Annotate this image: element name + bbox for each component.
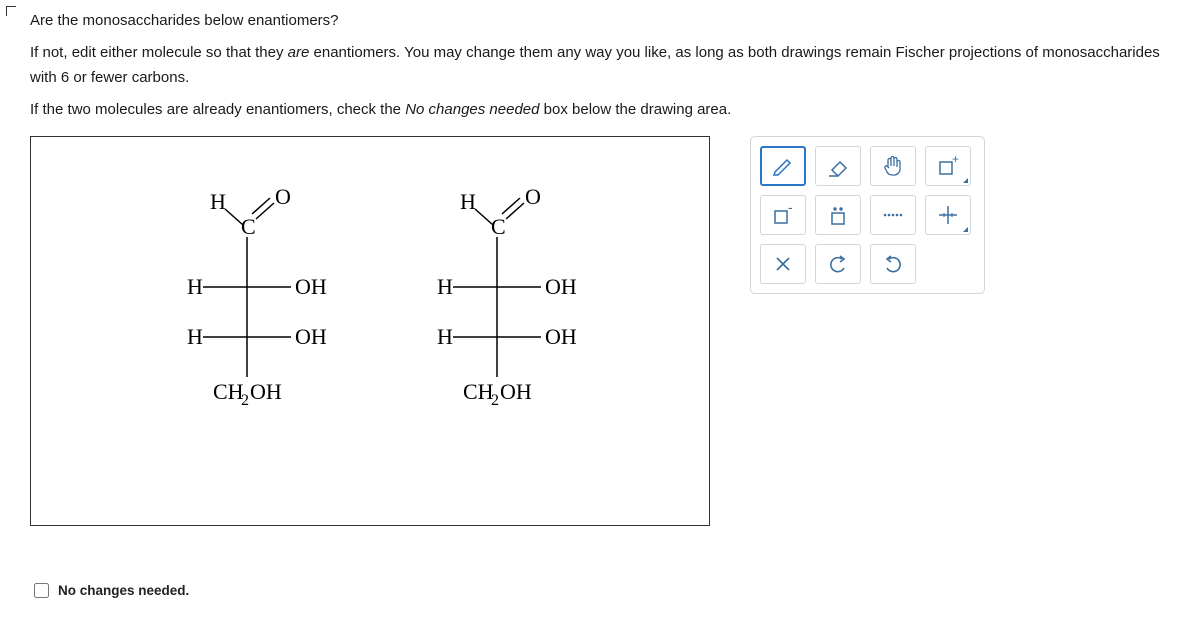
chiral-button[interactable] [925, 195, 971, 235]
charge-minus-button[interactable]: - [760, 195, 806, 235]
pencil-icon [771, 154, 795, 178]
toolbox-panel: + - [750, 136, 985, 294]
svg-text:OH: OH [295, 274, 327, 299]
svg-text:H: H [460, 189, 476, 214]
svg-text:2: 2 [491, 392, 499, 409]
q-line1: Are the monosaccharides below enantiomer… [30, 12, 339, 29]
svg-text:C: C [491, 214, 506, 239]
svg-text:+: + [952, 154, 959, 166]
charge-plus-button[interactable]: + [925, 146, 971, 186]
svg-text:CH: CH [213, 379, 244, 404]
svg-text:H: H [210, 189, 226, 214]
draw-tool-button[interactable] [760, 146, 806, 186]
svg-text:H: H [187, 274, 203, 299]
radical-button[interactable] [870, 195, 916, 235]
drawing-canvas[interactable]: H C O H OH H OH CH 2 OH [30, 136, 710, 526]
no-changes-label[interactable]: No changes needed. [58, 583, 189, 598]
molecule-2[interactable]: H C O H OH H OH CH 2 OH [405, 187, 585, 525]
close-icon [774, 255, 792, 273]
svg-text:CH: CH [463, 379, 494, 404]
svg-text:O: O [275, 184, 291, 209]
fischer-projection-1[interactable]: H C O H OH H OH CH 2 OH [155, 187, 335, 437]
svg-text:2: 2 [241, 392, 249, 409]
lone-pair-icon [826, 203, 850, 227]
chiral-icon [936, 203, 960, 227]
svg-text:C: C [241, 214, 256, 239]
eraser-icon [826, 154, 850, 178]
svg-text:OH: OH [295, 324, 327, 349]
hand-icon [880, 153, 906, 179]
svg-text:OH: OH [500, 379, 532, 404]
radical-icon [881, 208, 905, 222]
delete-button[interactable] [760, 244, 806, 284]
svg-text:OH: OH [545, 324, 577, 349]
redo-icon [883, 254, 903, 274]
svg-text:OH: OH [250, 379, 282, 404]
lone-pair-button[interactable] [815, 195, 861, 235]
svg-text:H: H [437, 324, 453, 349]
erase-tool-button[interactable] [815, 146, 861, 186]
svg-text:-: - [788, 203, 793, 215]
svg-text:OH: OH [545, 274, 577, 299]
svg-text:H: H [187, 324, 203, 349]
no-changes-checkbox[interactable] [34, 583, 49, 598]
move-tool-button[interactable] [870, 146, 916, 186]
svg-text:O: O [525, 184, 541, 209]
undo-icon [828, 254, 848, 274]
molecule-1[interactable]: H C O H OH H OH CH 2 OH [155, 187, 335, 525]
question-text: Are the monosaccharides below enantiomer… [0, 0, 1200, 122]
box-plus-icon: + [936, 154, 960, 178]
svg-text:H: H [437, 274, 453, 299]
box-minus-icon: - [771, 203, 795, 227]
fischer-projection-2[interactable]: H C O H OH H OH CH 2 OH [405, 187, 585, 437]
undo-button[interactable] [815, 244, 861, 284]
redo-button[interactable] [870, 244, 916, 284]
